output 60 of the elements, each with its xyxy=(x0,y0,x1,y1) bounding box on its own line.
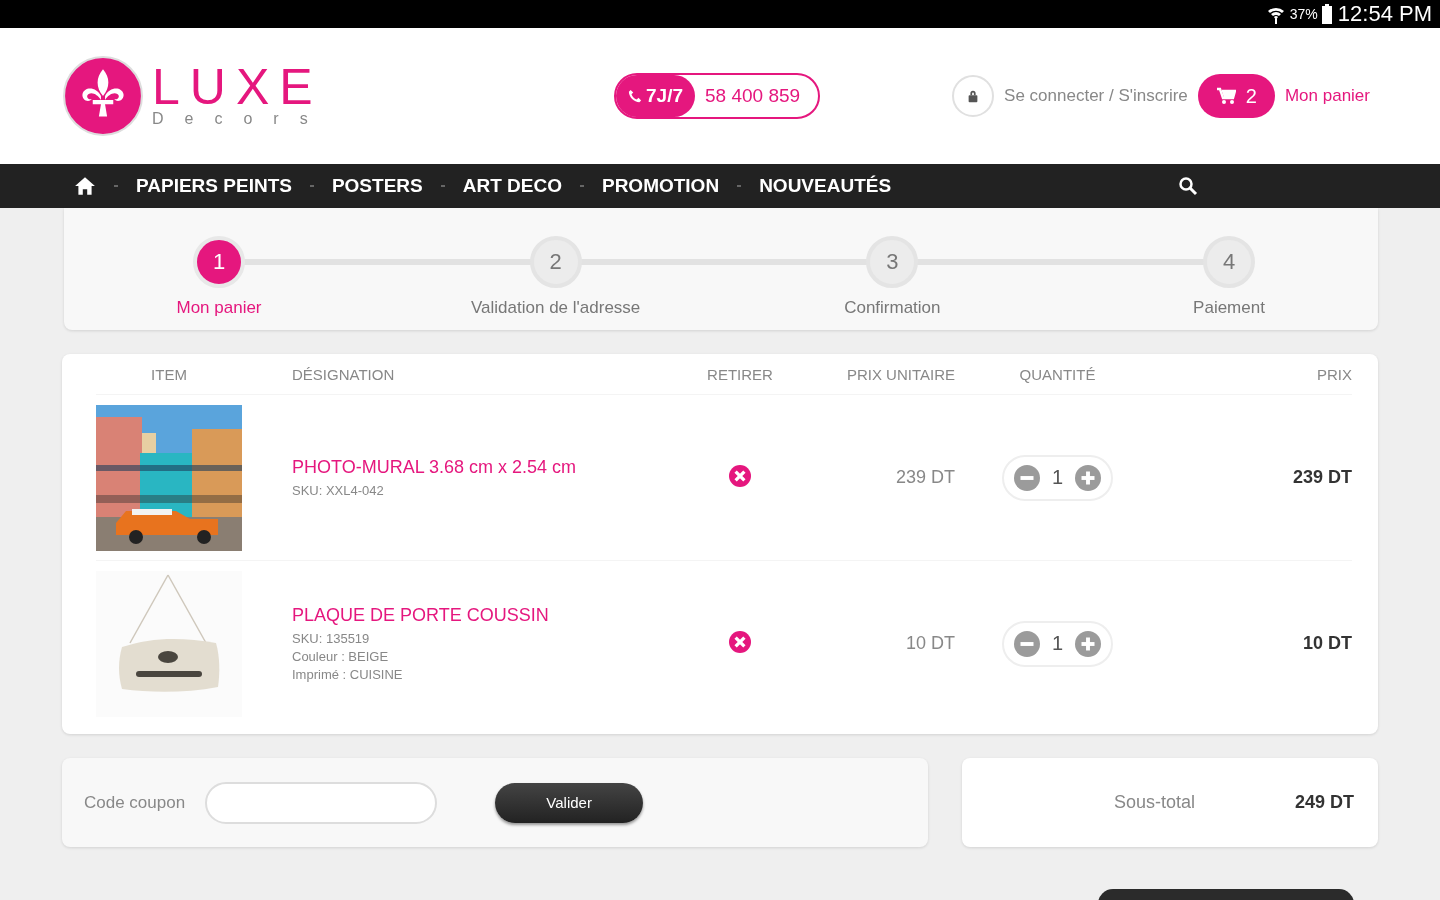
nav-link[interactable]: NOUVEAUTÉS xyxy=(759,175,892,197)
unit-price: 10 DT xyxy=(905,633,955,654)
column-header: PRIX xyxy=(1317,365,1352,383)
step-label: Paiement xyxy=(1193,298,1265,318)
plus-icon[interactable] xyxy=(1075,630,1102,657)
lock-button[interactable] xyxy=(952,75,995,117)
line-price: 239 DT xyxy=(1292,467,1352,488)
hours-text: 7J/7 xyxy=(646,85,683,107)
phone-number: 58 400 859 xyxy=(704,85,802,107)
step-circle[interactable]: 2 xyxy=(529,236,582,288)
phone-pill[interactable]: 7J/7 58 400 859 xyxy=(614,73,821,119)
logo-name: LUXE xyxy=(152,64,324,110)
column-header: DÉSIGNATION xyxy=(292,365,396,383)
product-detail: Imprimé : CUISINE xyxy=(292,667,404,682)
fleur-de-lis-logo-icon[interactable] xyxy=(62,55,144,137)
line-price: 10 DT xyxy=(1302,633,1352,654)
column-header: PRIX UNITAIRE xyxy=(846,365,955,383)
cart-link[interactable]: Mon panier xyxy=(1284,86,1370,106)
product-name[interactable]: PLAQUE DE PORTE COUSSIN xyxy=(292,605,690,626)
login-link[interactable]: Se connecter / S'inscrire xyxy=(1004,86,1188,106)
step-label: Mon panier xyxy=(176,298,262,318)
column-header: QUANTITÉ xyxy=(1019,365,1096,383)
minus-icon[interactable] xyxy=(1013,630,1040,657)
remove-icon[interactable] xyxy=(729,630,751,653)
cart-icon xyxy=(1215,86,1236,106)
quantity-value: 1 xyxy=(1051,466,1064,489)
unit-price: 239 DT xyxy=(895,467,955,488)
quantity-value: 1 xyxy=(1051,632,1064,655)
phone-icon xyxy=(628,89,642,103)
product-name[interactable]: PHOTO-MURAL 3.68 cm x 2.54 cm xyxy=(292,457,690,478)
cart-count: 2 xyxy=(1245,84,1257,108)
nav-link[interactable]: ART DECO xyxy=(462,175,562,197)
home-icon[interactable] xyxy=(74,175,96,197)
subtotal-label: Sous-total xyxy=(1113,792,1195,813)
step-circle[interactable]: 3 xyxy=(866,236,919,288)
battery-percentage: 37% xyxy=(1289,6,1318,22)
product-detail: SKU: XXL4-042 xyxy=(292,483,385,498)
cart-button[interactable]: 2 xyxy=(1197,74,1275,118)
subtotal-value: 249 DT xyxy=(1294,792,1354,813)
validate-button[interactable]: Valider xyxy=(495,782,644,823)
plus-icon[interactable] xyxy=(1075,464,1102,491)
coupon-label: Code coupon xyxy=(84,792,186,813)
step-circle[interactable]: 4 xyxy=(1203,236,1255,288)
coupon-field[interactable] xyxy=(205,781,438,824)
column-header: RETIRER xyxy=(707,365,773,383)
step-label: Confirmation xyxy=(844,298,941,318)
battery-icon xyxy=(1321,4,1332,24)
clock: 12:54 PM xyxy=(1337,1,1432,27)
search-icon[interactable] xyxy=(1178,176,1198,196)
column-header: ITEM xyxy=(151,365,187,383)
step-label: Validation de l'adresse xyxy=(471,298,641,318)
nav-link[interactable]: PAPIERS PEINTS xyxy=(136,175,292,197)
minus-icon[interactable] xyxy=(1013,464,1040,491)
nav-link[interactable]: PROMOTION xyxy=(601,175,720,197)
remove-icon[interactable] xyxy=(729,464,751,487)
logo-tagline: Decors xyxy=(152,110,329,128)
step-circle[interactable]: 1 xyxy=(193,236,245,288)
product-detail: SKU: 135519 xyxy=(292,631,371,646)
nav-link[interactable]: POSTERS xyxy=(331,175,423,197)
product-detail: Couleur : BEIGE xyxy=(292,649,390,664)
